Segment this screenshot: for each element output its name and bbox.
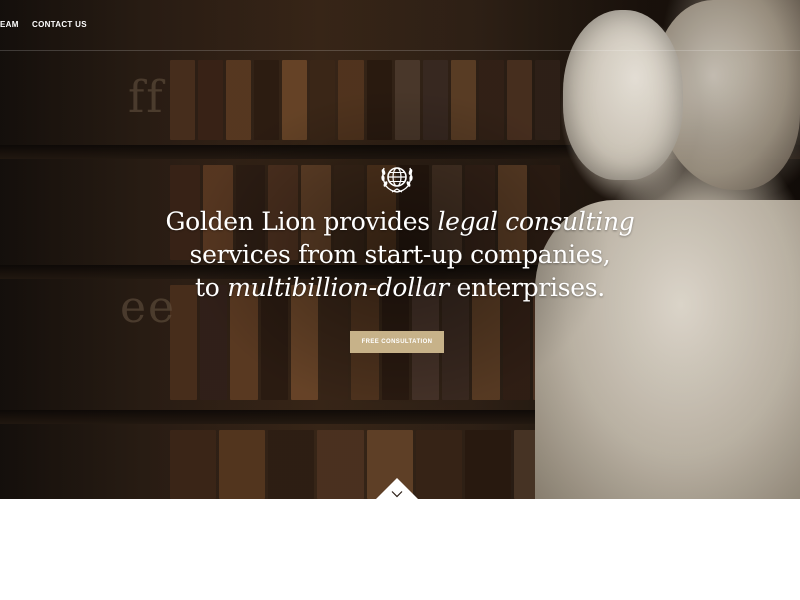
nav-item-contact-us[interactable]: CONTACT US xyxy=(32,20,87,29)
headline-emphasis: legal consulting xyxy=(437,207,635,236)
headline-text: Golden Lion provides xyxy=(165,207,438,236)
headline-text: enterprises. xyxy=(448,273,605,302)
chevron-down-icon[interactable] xyxy=(391,490,403,498)
headline-text: to xyxy=(195,273,228,302)
laurel-globe-icon xyxy=(381,167,413,193)
headline-emphasis: multibillion-dollar xyxy=(227,273,449,302)
free-consultation-button[interactable]: FREE CONSULTATION xyxy=(350,331,444,353)
content-section xyxy=(0,499,800,600)
top-navigation: EAM CONTACT US xyxy=(0,0,800,51)
headline-text: services from start-up companies, xyxy=(189,240,611,269)
hero-section: ff ee EAM CONTACT US Golden Lion provide… xyxy=(0,0,800,499)
nav-item-team[interactable]: EAM xyxy=(0,20,19,29)
hero-headline: Golden Lion provides legal consulting se… xyxy=(150,205,650,304)
